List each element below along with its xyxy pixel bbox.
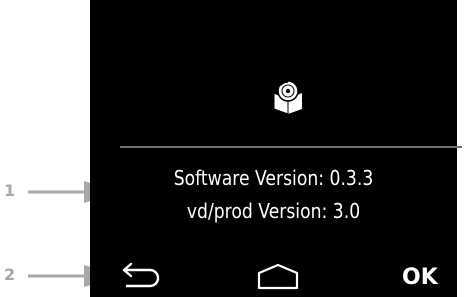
software-version-text: Software Version: 0.3.3	[173, 166, 374, 190]
back-arrow-icon[interactable]	[118, 262, 164, 288]
ok-button[interactable]: OK	[402, 263, 438, 293]
vd-prod-version-text: vd/prod Version: 3.0	[186, 199, 361, 223]
device-screen: Software Version: 0.3.3 vd/prod Version:…	[90, 0, 462, 297]
divider	[120, 146, 462, 148]
manual-figure: 1 2 Software Version: 0.3.3 vd/prod Vers…	[0, 0, 470, 297]
callout-number-1: 1	[4, 181, 16, 200]
home-icon[interactable]	[256, 262, 300, 290]
callout-number-2: 2	[4, 265, 16, 284]
disc-in-box-icon	[273, 80, 302, 115]
